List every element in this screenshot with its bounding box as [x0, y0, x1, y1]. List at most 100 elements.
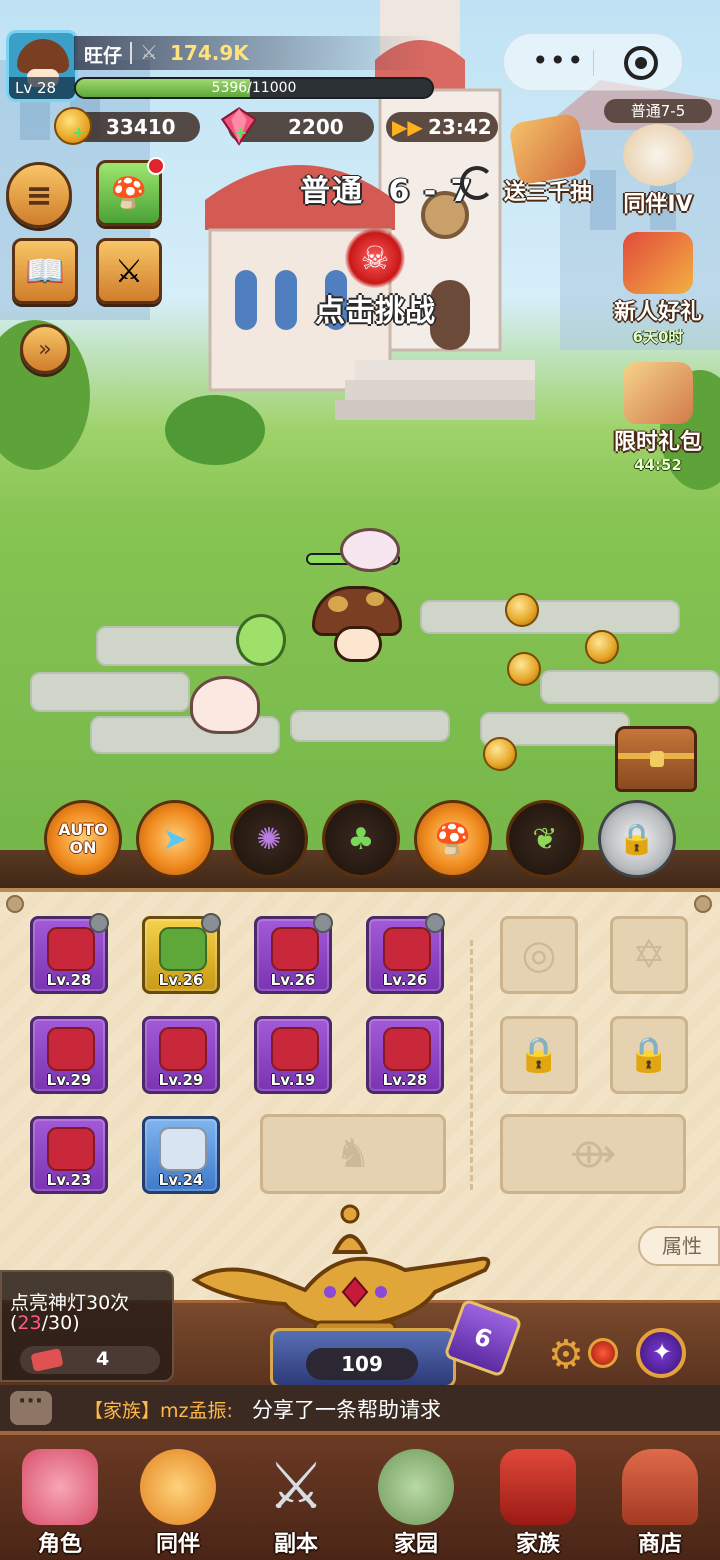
badge-icon: [201, 913, 221, 933]
dropped-coin[interactable]: [585, 630, 619, 664]
skill-vine-dragon[interactable]: ❦: [506, 800, 584, 878]
equipment-slot[interactable]: Lv.28: [366, 1016, 444, 1094]
event-limited-pack[interactable]: 限时礼包 44:52: [604, 362, 712, 474]
speed-boost-timer[interactable]: ▶▶ 23:42: [386, 112, 498, 142]
equipment-slot[interactable]: Lv.23: [30, 1116, 108, 1194]
equipment-level: Lv.26: [158, 971, 204, 989]
dropped-coin[interactable]: [505, 593, 539, 627]
belt-icon: [383, 1027, 431, 1071]
equipment-level: Lv.28: [46, 971, 92, 989]
gem-counter[interactable]: + 2200: [220, 107, 374, 146]
skill-dash[interactable]: ➤: [136, 800, 214, 878]
lamp-count: 109: [306, 1348, 418, 1380]
lamp-settings-button[interactable]: ⚙: [548, 1328, 638, 1378]
quest-progress: (23/30): [10, 1312, 80, 1334]
gauntlet-icon: [47, 1127, 95, 1171]
book-icon: 📖: [25, 252, 65, 290]
gold-counter[interactable]: + 33410: [54, 107, 200, 145]
notification-dot: [147, 157, 165, 175]
ticket-icon: [30, 1348, 64, 1372]
nav-item-home[interactable]: 家园: [356, 1435, 476, 1560]
clan-banner-icon: [500, 1449, 576, 1525]
treasure-chest-icon[interactable]: [615, 726, 697, 792]
player-level: Lv 28: [9, 77, 75, 99]
refresh-icon[interactable]: [460, 166, 494, 200]
combat-power: 174.9K: [170, 41, 249, 65]
arena-button[interactable]: ⚔: [96, 238, 162, 304]
mask-icon: [47, 1027, 95, 1071]
menu-button[interactable]: ≡: [6, 162, 72, 228]
lamp-level-number: 6: [470, 1321, 496, 1355]
attributes-tab[interactable]: 属性: [638, 1226, 720, 1266]
event-draw-gift[interactable]: 送三千抽: [494, 112, 602, 206]
rune-slot-empty[interactable]: ◎: [500, 916, 578, 994]
nav-item-companion[interactable]: 同伴: [118, 1435, 238, 1560]
player-avatar[interactable]: Lv 28: [6, 30, 78, 102]
weapon-slot-empty[interactable]: ⟴: [500, 1114, 686, 1194]
equipment-level: Lv.23: [46, 1171, 92, 1189]
equipment-slot[interactable]: Lv.28: [30, 913, 109, 994]
nav-label: 副本: [273, 1532, 318, 1557]
equipment-level: Lv.26: [382, 971, 428, 989]
stage-difficulty: 普通: [300, 174, 364, 209]
equipment-slot[interactable]: Lv.29: [142, 1016, 220, 1094]
lock-icon: 🔒: [517, 1035, 561, 1075]
chat-message: 分享了一条帮助请求: [252, 1398, 441, 1422]
lamp-quest-panel[interactable]: 点亮神灯30次 (23/30) 4: [0, 1270, 174, 1382]
codex-button[interactable]: 📖: [12, 238, 78, 304]
chat-channel-tag: 【家族】mz孟振:: [84, 1400, 233, 1422]
quest-reward: 4: [20, 1346, 160, 1374]
paw-icon: [140, 1449, 216, 1525]
close-miniprogram-icon[interactable]: [624, 46, 658, 80]
capsule-divider: [593, 50, 594, 76]
equipment-slot[interactable]: Lv.26: [254, 913, 333, 994]
nav-item-character[interactable]: 角色: [0, 1435, 120, 1560]
pig-icon: [47, 927, 95, 971]
nav-item-shop[interactable]: 商店: [600, 1435, 720, 1560]
skill-mushroom-summon[interactable]: 🍄: [414, 800, 492, 878]
challenge-button[interactable]: ☠ 点击挑战: [306, 228, 444, 330]
dropped-coin[interactable]: [507, 652, 541, 686]
mount-slot-empty[interactable]: ♞: [260, 1114, 446, 1194]
plus-icon: +: [72, 123, 86, 142]
event-label: 限时礼包: [613, 430, 702, 455]
star-slot-empty[interactable]: ✡: [610, 916, 688, 994]
bottom-navigation: 角色 同伴 ⚔ 副本 家园 家族 商店: [0, 1431, 720, 1560]
equipment-level: Lv.19: [270, 1071, 316, 1089]
crossed-swords-icon: ⚔: [267, 1450, 325, 1524]
equipment-slot[interactable]: Lv.19: [254, 1016, 332, 1094]
magic-sigil-button[interactable]: ✦: [636, 1328, 686, 1378]
companion-bird: [340, 528, 400, 572]
player-name: 旺仔: [84, 45, 123, 67]
locked-slot: 🔒: [610, 1016, 688, 1094]
skill-shadow-beast[interactable]: ✺: [230, 800, 308, 878]
more-options-icon[interactable]: •••: [532, 44, 585, 77]
fast-forward-icon: ▶▶: [392, 115, 423, 139]
event-companion[interactable]: 同伴IV: [604, 124, 712, 218]
skull-icon: ☠: [345, 228, 405, 288]
skill-dark-spirit[interactable]: ♣: [322, 800, 400, 878]
locked-slot: 🔒: [500, 1016, 578, 1094]
equipment-level: Lv.28: [382, 1071, 428, 1089]
nav-label: 家族: [515, 1532, 560, 1557]
equipment-slot[interactable]: Lv.26: [142, 913, 221, 994]
nav-item-clan[interactable]: 家族: [478, 1435, 598, 1560]
chat-ticker[interactable]: 【家族】mz孟振: 分享了一条帮助请求: [0, 1385, 720, 1431]
equipment-slot[interactable]: Lv.29: [30, 1016, 108, 1094]
companion-stage-tag: 普通7-5: [604, 99, 712, 123]
nav-label: 角色: [37, 1532, 82, 1557]
bush-mid: [165, 395, 265, 465]
spirit-icon: ♣: [347, 821, 375, 857]
event-avatar-button[interactable]: 🍄: [96, 157, 165, 226]
chat-bubble-icon[interactable]: [10, 1389, 52, 1425]
gold-amount: 33410: [106, 115, 176, 139]
shop-icon: [622, 1449, 698, 1525]
expand-button[interactable]: »: [20, 324, 70, 374]
equipment-slot[interactable]: Lv.26: [366, 913, 445, 994]
nav-item-dungeon[interactable]: ⚔ 副本: [236, 1435, 356, 1560]
dropped-coin[interactable]: [483, 737, 517, 771]
event-newbie-gift[interactable]: 新人好礼 6天0时: [604, 232, 712, 347]
equipment-slot[interactable]: Lv.24: [142, 1116, 220, 1194]
auto-battle-toggle[interactable]: AUTO ON: [44, 800, 122, 878]
equipment-level: Lv.24: [158, 1171, 204, 1189]
